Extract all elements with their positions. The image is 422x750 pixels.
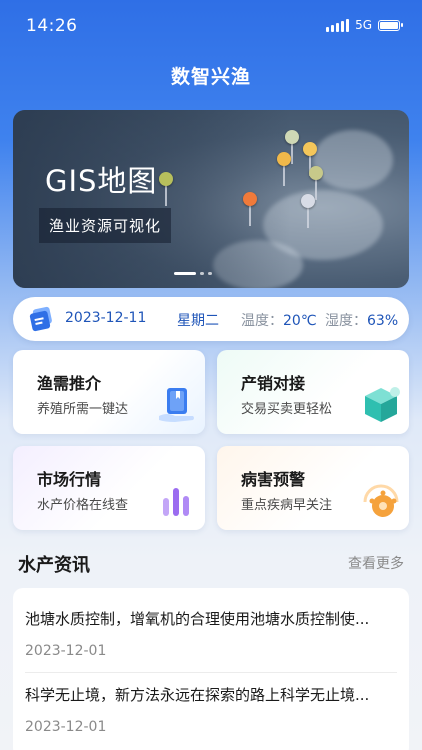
card-title: 市场行情 [37,470,102,489]
news-title: 池塘水质控制，增氧机的合理使用池塘水质控制使... [25,610,370,628]
banner-heading: GIS地图 [45,164,158,198]
app-title: 数智兴渔 [170,66,251,88]
service-card-fishery-needs[interactable]: 渔需推介 养殖所需一键达 [13,350,205,434]
service-card-market-prices[interactable]: 市场行情 水产价格在线查 [13,446,205,530]
virus-alert-icon [363,484,399,517]
date-weather-bar: 2023-12-11 星期二 温度：20℃ 湿度：63% [13,297,409,341]
book-hand-icon [159,388,194,422]
card-desc: 交易买卖更轻松 [241,402,333,417]
carousel-dot[interactable] [200,272,204,275]
carousel-indicator[interactable] [174,272,212,275]
carousel-dot-active[interactable] [174,272,196,275]
news-date: 2023-12-01 [25,719,107,735]
humidity-value: 63% [367,313,399,329]
bar-chart-icon [163,488,189,516]
card-desc: 重点疾病早关注 [241,498,333,513]
network-type: 5G [355,18,372,32]
news-item[interactable]: 科学无止境，新方法永远在探索的路上科学无止境... 2023-12-01 [25,684,397,735]
carousel-dot[interactable] [208,272,212,275]
news-date: 2023-12-01 [25,643,107,659]
banner-subtitle: 渔业资源可视化 [39,208,172,243]
signal-icon [326,18,350,32]
current-date: 2023-12-11 [65,310,147,326]
calendar-icon [29,306,52,332]
humidity: 湿度：63% [325,313,399,329]
card-title: 病害预警 [241,470,306,489]
service-card-supply-demand[interactable]: 产销对接 交易买卖更轻松 [217,350,409,434]
news-item[interactable]: 池塘水质控制，增氧机的合理使用池塘水质控制使... 2023-12-01 [25,608,397,659]
news-list: 池塘水质控制，增氧机的合理使用池塘水质控制使... 2023-12-01 科学无… [13,588,409,750]
current-weekday: 星期二 [177,313,219,329]
service-card-disease-warning[interactable]: 病害预警 重点疾病早关注 [217,446,409,530]
status-bar: 14:26 5G [0,0,422,52]
view-more-link[interactable]: 查看更多 [348,553,404,573]
card-desc: 养殖所需一键达 [37,402,129,417]
status-icons: 5G [326,18,403,32]
card-title: 产销对接 [241,374,306,393]
temperature-value: 20℃ [283,313,317,329]
card-desc: 水产价格在线查 [37,498,129,513]
status-time: 14:26 [26,16,78,36]
card-title: 渔需推介 [37,374,102,393]
box-icon [365,387,400,422]
news-title: 科学无止境，新方法永远在探索的路上科学无止境... [25,686,370,704]
divider [25,672,397,673]
gis-map-banner[interactable]: GIS地图 渔业资源可视化 [13,110,409,288]
news-section-title: 水产资讯 [18,555,90,576]
battery-icon [378,19,403,31]
temperature: 温度：20℃ [241,313,317,329]
